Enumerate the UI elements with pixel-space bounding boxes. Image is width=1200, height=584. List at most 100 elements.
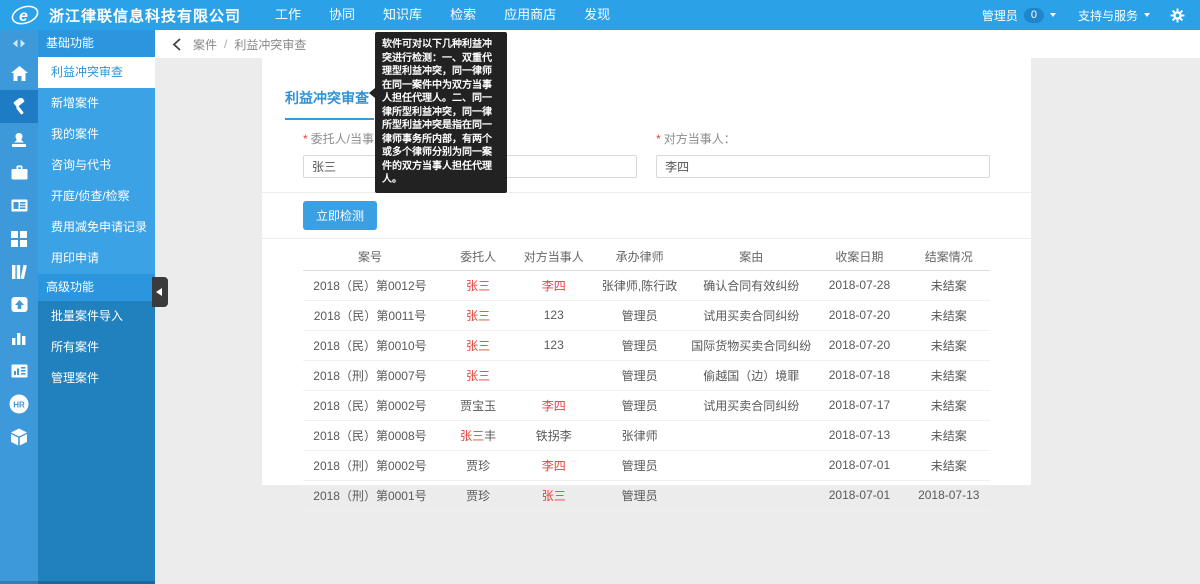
tooltip-arrow-icon xyxy=(369,88,375,98)
sidebar-item-seal-apply[interactable]: 用印申请 xyxy=(38,243,155,274)
chevron-left-icon xyxy=(172,38,181,51)
library-icon xyxy=(11,264,28,279)
opponent-field-group: *对方当事人： xyxy=(656,130,990,178)
topmenu-appstore[interactable]: 应用商店 xyxy=(490,0,570,30)
sidebar-item-manage-cases[interactable]: 管理案件 xyxy=(38,363,155,394)
col-lawyer: 承办律师 xyxy=(588,243,691,270)
user-menu[interactable]: 管理员 0 xyxy=(971,7,1067,24)
opponent-input[interactable] xyxy=(656,155,990,178)
collapse-left-icon xyxy=(156,288,162,296)
svg-text:HR: HR xyxy=(13,400,25,409)
bar-chart-icon xyxy=(11,330,27,345)
grid-icon xyxy=(11,231,27,247)
upload-box-icon xyxy=(11,297,28,312)
home-icon xyxy=(11,66,28,81)
col-client: 委托人 xyxy=(437,243,519,270)
topbar: e 浙江律联信息科技有限公司 工作 协同 知识库 检索 应用商店 发现 管理员 … xyxy=(0,0,1200,30)
sidebar-section-basic[interactable]: 基础功能 xyxy=(38,30,155,57)
sidebar-icon-seal[interactable] xyxy=(0,123,38,156)
sidebar-icon-reports[interactable] xyxy=(0,354,38,387)
collapse-arrows-icon xyxy=(11,39,27,48)
topmenu-knowledge[interactable]: 知识库 xyxy=(369,0,436,30)
col-opponent: 对方当事人 xyxy=(519,243,588,270)
gear-icon xyxy=(1170,8,1185,23)
breadcrumb-current: 利益冲突审查 xyxy=(234,36,306,53)
table-row[interactable]: 2018（刑）第0001号 贾珍 张三 管理员 2018-07-01 2018-… xyxy=(303,480,990,510)
sidebar-icon-hr[interactable]: HR xyxy=(0,387,38,420)
gavel-icon xyxy=(10,98,28,116)
sidebar-icon-business[interactable] xyxy=(0,156,38,189)
topbar-menu: 工作 协同 知识库 检索 应用商店 发现 xyxy=(261,0,624,30)
required-asterisk: * xyxy=(656,132,661,146)
sidebar-advanced-items: 批量案件导入 所有案件 管理案件 xyxy=(38,301,155,584)
sidebar-item-my-cases[interactable]: 我的案件 xyxy=(38,119,155,150)
tab-conflict-review[interactable]: 利益冲突审查 xyxy=(285,88,374,120)
opponent-field-label: *对方当事人： xyxy=(656,130,990,147)
conflict-info-tooltip: 软件可对以下几种利益冲突进行检测：一、双重代理型利益冲突，同一律师在同一案件中为… xyxy=(375,32,507,193)
content-area: 利益冲突审查! *委托人/当事人： *对方当事人： 立即检测 xyxy=(155,58,1200,584)
notification-badge: 0 xyxy=(1024,8,1044,23)
table-row[interactable]: 2018（民）第0011号 张三 123 管理员 试用买卖合同纠纷 2018-0… xyxy=(303,300,990,330)
breadcrumb-section[interactable]: 案件 xyxy=(193,36,217,53)
sidebar-icon-package[interactable] xyxy=(0,420,38,453)
sidebar-collapse-arrows[interactable] xyxy=(0,30,38,57)
sidebar-item-all-cases[interactable]: 所有案件 xyxy=(38,332,155,363)
table-header-row: 案号 委托人 对方当事人 承办律师 案由 收案日期 结案情况 xyxy=(303,243,990,270)
results-table-wrap: 案号 委托人 对方当事人 承办律师 案由 收案日期 结案情况 2018（民）第0… xyxy=(303,243,990,511)
stamp-icon xyxy=(11,133,27,147)
breadcrumb: 案件 / 利益冲突审查 xyxy=(155,30,1200,58)
support-menu[interactable]: 支持与服务 xyxy=(1067,7,1161,24)
report-icon xyxy=(11,364,28,378)
sidebar-item-hearing[interactable]: 开庭/侦查/检察 xyxy=(38,181,155,212)
detect-now-button[interactable]: 立即检测 xyxy=(303,201,377,230)
support-label: 支持与服务 xyxy=(1078,7,1138,24)
table-row[interactable]: 2018（民）第0010号 张三 123 管理员 国际货物买卖合同纠纷 2018… xyxy=(303,330,990,360)
company-name: 浙江律联信息科技有限公司 xyxy=(49,5,241,26)
sidebar-section-advanced[interactable]: 高级功能 xyxy=(38,274,155,301)
button-row: 立即检测 xyxy=(262,193,1031,238)
sidebar: HR 基础功能 利益冲突审查 新增案件 我的案件 咨询与代书 开庭/侦查/检察 … xyxy=(0,30,155,584)
main-area: 案件 / 利益冲突审查 利益冲突审查! *委托人/当事人： *对方当事人： 立即… xyxy=(155,30,1200,584)
hr-badge-icon: HR xyxy=(9,394,29,414)
package-icon xyxy=(10,428,28,446)
sidebar-menu: 基础功能 利益冲突审查 新增案件 我的案件 咨询与代书 开庭/侦查/检察 费用减… xyxy=(38,30,155,584)
sidebar-item-fee-waiver[interactable]: 费用减免申请记录 xyxy=(38,212,155,243)
topmenu-collab[interactable]: 协同 xyxy=(315,0,369,30)
briefcase-icon xyxy=(11,165,28,180)
topmenu-search[interactable]: 检索 xyxy=(436,0,490,30)
sidebar-icon-stats[interactable] xyxy=(0,321,38,354)
table-row[interactable]: 2018（刑）第0002号 贾珍 李四 管理员 2018-07-01 未结案 xyxy=(303,450,990,480)
topbar-right: 管理员 0 支持与服务 xyxy=(971,7,1200,24)
sidebar-item-conflict-review[interactable]: 利益冲突审查 xyxy=(38,57,155,88)
sidebar-collapse-handle[interactable] xyxy=(152,277,168,307)
table-row[interactable]: 2018（民）第0008号 张三丰 铁拐李 张律师 2018-07-13 未结案 xyxy=(303,420,990,450)
sidebar-icon-home[interactable] xyxy=(0,57,38,90)
app-logo-icon[interactable]: e xyxy=(10,3,40,27)
tooltip-text: 软件可对以下几种利益冲突进行检测：一、双重代理型利益冲突，同一律师在同一案件中为… xyxy=(382,39,492,185)
table-row[interactable]: 2018（民）第0002号 贾宝玉 李四 管理员 试用买卖合同纠纷 2018-0… xyxy=(303,390,990,420)
id-card-icon xyxy=(11,199,28,212)
col-date: 收案日期 xyxy=(811,243,907,270)
sidebar-item-consult[interactable]: 咨询与代书 xyxy=(38,150,155,181)
table-row[interactable]: 2018（刑）第0007号 张三 管理员 偷越国（边）境罪 2018-07-18… xyxy=(303,360,990,390)
topmenu-work[interactable]: 工作 xyxy=(261,0,315,30)
sidebar-icon-contacts[interactable] xyxy=(0,189,38,222)
sidebar-icon-cases[interactable] xyxy=(0,90,38,123)
col-status: 结案情况 xyxy=(908,243,990,270)
user-label: 管理员 xyxy=(982,7,1018,24)
back-button[interactable] xyxy=(172,38,181,51)
sidebar-icon-import[interactable] xyxy=(0,288,38,321)
sidebar-basic-items: 利益冲突审查 新增案件 我的案件 咨询与代书 开庭/侦查/检察 费用减免申请记录… xyxy=(38,57,155,274)
sidebar-icon-library[interactable] xyxy=(0,255,38,288)
sidebar-item-new-case[interactable]: 新增案件 xyxy=(38,88,155,119)
sidebar-icon-column: HR xyxy=(0,30,38,584)
topmenu-discover[interactable]: 发现 xyxy=(570,0,624,30)
chevron-down-icon xyxy=(1050,13,1056,17)
col-cause: 案由 xyxy=(691,243,811,270)
required-asterisk: * xyxy=(303,132,308,146)
divider xyxy=(262,238,1031,239)
table-row[interactable]: 2018（民）第0012号 张三 李四 张律师,陈行政 确认合同有效纠纷 201… xyxy=(303,270,990,300)
sidebar-item-batch-import[interactable]: 批量案件导入 xyxy=(38,301,155,332)
settings-button[interactable] xyxy=(1161,8,1200,23)
sidebar-icon-apps[interactable] xyxy=(0,222,38,255)
